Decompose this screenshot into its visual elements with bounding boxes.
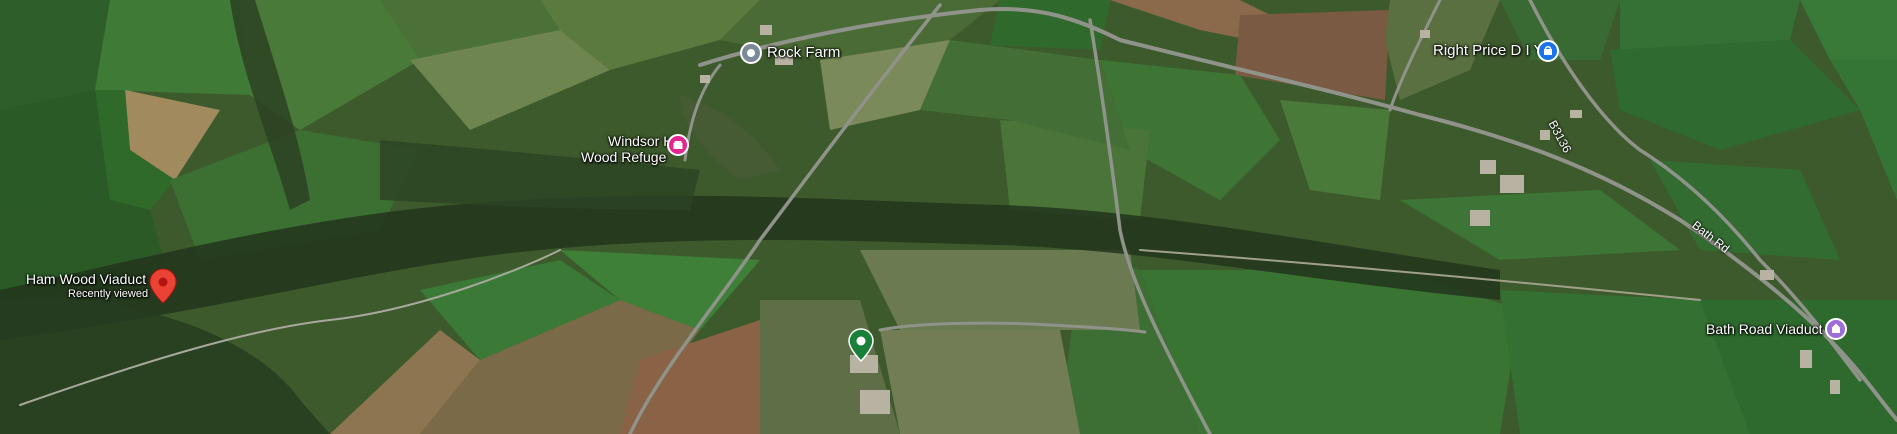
recently-viewed-label: Recently viewed (68, 288, 149, 300)
place-label-ham-wood-viaduct[interactable]: Ham Wood Viaduct (26, 271, 146, 287)
place-label-bath-road-viaduct[interactable]: Bath Road Viaduct (1706, 321, 1823, 337)
generic-place-icon[interactable] (740, 42, 762, 64)
landmark-icon[interactable] (667, 134, 689, 156)
landmark-icon[interactable] (1825, 318, 1847, 340)
place-label-windsor-hill-line2[interactable]: Wood Refuge (581, 149, 666, 165)
satellite-map[interactable] (0, 0, 1897, 434)
place-label-right-price-diy[interactable]: Right Price D I Y (1433, 42, 1544, 60)
park-pin-icon[interactable] (848, 328, 874, 362)
map-pin-icon[interactable] (149, 268, 177, 304)
place-label-rock-farm[interactable]: Rock Farm (767, 44, 840, 62)
shopping-bag-icon[interactable] (1537, 40, 1559, 62)
